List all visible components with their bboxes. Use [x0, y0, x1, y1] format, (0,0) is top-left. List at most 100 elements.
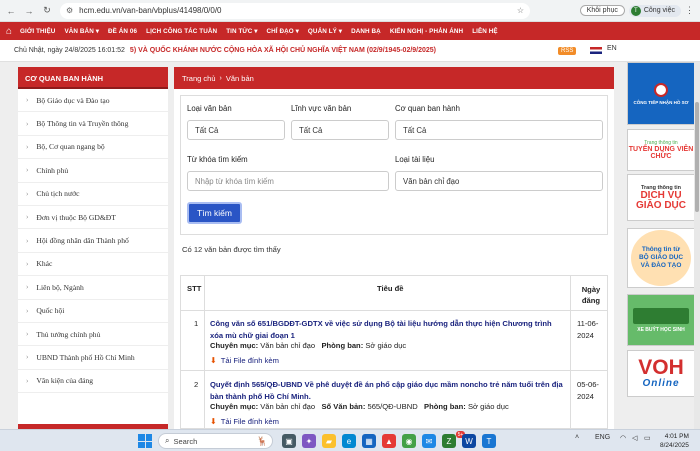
row-title-link[interactable]: Quyết định 565/QĐ-UBND Về phê duyệt đề á… — [210, 379, 565, 402]
documents-table: STT Tiêu đề Ngày đăng 1 Công văn số 651/B… — [180, 275, 608, 429]
nav-quan-ly[interactable]: QUẢN LÝ ▾ — [308, 28, 342, 35]
store-icon[interactable]: ▦ — [362, 434, 376, 448]
sidebar-item[interactable]: › Bộ Giáo dục và Đào tạo — [18, 89, 168, 113]
download-link[interactable]: ⬇ Tải File đính kèm — [210, 356, 279, 365]
language-indicator[interactable]: ENG — [595, 434, 610, 441]
nav-de-an-06[interactable]: ĐỀ ÁN 06 — [108, 28, 137, 35]
sidebar-item[interactable]: › Bộ Thông tin và Truyền thông — [18, 112, 168, 136]
nav-lich-cong-tac[interactable]: LỊCH CÔNG TÁC TUẦN — [146, 28, 217, 35]
nav-gioi-thieu[interactable]: GIỚI THIỆU — [20, 28, 55, 35]
site-info-icon[interactable]: ⚙ — [66, 6, 73, 15]
scrollbar-thumb[interactable] — [695, 102, 699, 212]
url-text: hcm.edu.vn/van-ban/vbplus/41498/0/0/0 — [79, 6, 222, 15]
teams-icon[interactable]: T — [482, 434, 496, 448]
menu-icon[interactable]: ⋮ — [685, 5, 694, 16]
sidebar-item[interactable]: › Chính phủ — [18, 159, 168, 183]
app-icon[interactable]: ▲ — [382, 434, 396, 448]
search-button[interactable]: Tìm kiếm — [187, 202, 242, 224]
sidebar-item[interactable]: › Quốc hội — [18, 300, 168, 323]
forward-icon[interactable]: → — [22, 4, 36, 18]
row-stt: 2 — [194, 380, 199, 389]
doc-number-value: 565/QĐ-UBND — [367, 402, 418, 411]
taskbar-search[interactable]: ⌕ Search 🦌 — [158, 433, 273, 449]
task-view-icon[interactable]: ▣ — [282, 434, 296, 448]
sidebar-item[interactable]: › Thủ tướng chính phủ — [18, 323, 168, 347]
banner-school-bus[interactable]: XE BUÝT HỌC SINH — [627, 294, 695, 346]
row-date: 11-06- 2024 — [577, 318, 607, 341]
emblem-icon — [654, 82, 668, 97]
keyword-label: Từ khóa tìm kiếm — [187, 155, 248, 164]
sidebar-item-label: Quốc hội — [36, 306, 65, 316]
nav-van-ban[interactable]: VĂN BẢN ▾ — [64, 28, 99, 35]
sidebar-item-label: Đơn vị thuộc Bộ GD&ĐT — [36, 212, 116, 222]
system-clock[interactable]: 4:01 PM 8/24/2025 — [660, 432, 689, 450]
nav-kien-nghi[interactable]: KIẾN NGHỊ - PHẢN ÁNH — [390, 28, 463, 35]
sidebar-item-label: Văn kiện của đảng — [36, 376, 94, 386]
chrome-icon[interactable]: ◉ — [402, 434, 416, 448]
voh-logo: VOH — [638, 356, 684, 379]
field-label: Lĩnh vực văn bản — [291, 104, 352, 113]
nav-tin-tuc[interactable]: TIN TỨC ▾ — [226, 28, 257, 35]
main-content: Trang chủ › Văn bản Loại văn bản Tất Cả … — [174, 67, 614, 429]
reload-icon[interactable]: ↻ — [40, 4, 54, 18]
sidebar-item[interactable]: › UBND Thành phố Hồ Chí Minh — [18, 346, 168, 370]
file-explorer-icon[interactable]: ▰ — [322, 434, 336, 448]
taskbar: ⌕ Search 🦌 ▣ ✦ ▰ e ▦ ▲ ◉ ✉ Z 5+ W T ˄ EN… — [0, 429, 700, 451]
banner-voh[interactable]: VOH Online — [627, 350, 695, 397]
keyword-input[interactable]: Nhập từ khóa tìm kiếm — [187, 171, 389, 191]
sidebar-item[interactable]: › Liên bộ, Ngành — [18, 276, 168, 300]
nav-danh-ba[interactable]: DANH BẠ — [351, 28, 381, 35]
issuing-agency-sidebar: CƠ QUAN BAN HÀNH › Bộ Giáo dục và Đào tạo… — [18, 67, 168, 429]
copilot-icon[interactable]: ✦ — [302, 434, 316, 448]
outlook-icon[interactable]: ✉ — [422, 434, 436, 448]
profile-button[interactable]: T Công việc — [628, 4, 681, 17]
edge-icon[interactable]: e — [342, 434, 356, 448]
category-value: Văn bản chỉ đạo — [260, 402, 316, 411]
agency-select[interactable]: Tất Cả — [395, 120, 603, 140]
sidebar-item[interactable]: › Chủ tịch nước — [18, 183, 168, 206]
chevron-right-icon: › — [26, 376, 29, 385]
word-icon[interactable]: W — [462, 434, 476, 448]
doc-type-select[interactable]: Tất Cả — [187, 120, 285, 140]
sidebar-item-label: Liên bộ, Ngành — [36, 282, 84, 292]
volume-icon[interactable]: ◁ — [632, 434, 637, 442]
battery-icon[interactable]: ▭ — [644, 434, 651, 442]
page-scrollbar[interactable] — [694, 62, 700, 429]
breadcrumb-home[interactable]: Trang chủ — [182, 74, 216, 83]
sidebar-item[interactable]: › Khác — [18, 253, 168, 277]
windows-start-icon[interactable] — [138, 434, 152, 448]
field-select[interactable]: Tất Cả — [291, 120, 389, 140]
back-icon[interactable]: ← — [4, 4, 18, 18]
row-meta: Chuyên mục: Văn bản chỉ đạo Số Văn bản: … — [210, 402, 509, 411]
nav-chi-dao[interactable]: CHỈ ĐẠO ▾ — [267, 28, 299, 35]
banner-circle: Thông tin từ BỘ GIÁO DỤC VÀ ĐÀO TẠO — [631, 230, 691, 286]
uk-flag-icon[interactable] — [590, 47, 602, 54]
download-link[interactable]: ⬇ Tải File đính kèm — [210, 417, 279, 426]
star-icon[interactable]: ☆ — [517, 6, 524, 15]
language-en[interactable]: EN — [607, 45, 617, 52]
sidebar-item[interactable]: › Văn kiện của đảng — [18, 370, 168, 394]
banner-line: Thông tin từ — [641, 246, 681, 253]
banner-text: XE BUÝT HỌC SINH — [637, 326, 685, 333]
sidebar-item-label: Bộ Thông tin và Truyền thông — [36, 119, 129, 129]
sidebar-item[interactable]: › Đơn vị thuộc Bộ GD&ĐT — [18, 206, 168, 230]
row-title-link[interactable]: Công văn số 651/BGDĐT-GDTX về việc sử dụ… — [210, 318, 565, 341]
nav-lien-he[interactable]: LIÊN HỆ — [472, 28, 498, 35]
material-type-select[interactable]: Văn bản chỉ đạo — [395, 171, 603, 191]
chevron-right-icon: › — [26, 330, 29, 339]
sidebar-item[interactable]: › Hội đồng nhân dân Thành phố — [18, 229, 168, 253]
download-icon: ⬇ — [210, 417, 217, 426]
banner-document-intake[interactable]: CÔNG TIẾP NHẬN HỒ SƠ — [627, 62, 695, 125]
address-bar[interactable]: ⚙ hcm.edu.vn/van-ban/vbplus/41498/0/0/0 … — [60, 2, 530, 19]
zalo-icon[interactable]: Z — [442, 434, 456, 448]
wifi-icon[interactable]: ◠ — [620, 434, 626, 442]
chevron-up-icon[interactable]: ˄ — [575, 434, 579, 441]
sidebar-item[interactable]: › Bộ, Cơ quan ngang bộ — [18, 136, 168, 160]
restore-button[interactable]: Khôi phục — [579, 5, 625, 16]
rss-button[interactable]: RSS — [558, 47, 577, 55]
home-icon[interactable]: ⌂ — [6, 26, 12, 37]
banner-moet-news[interactable]: Thông tin từ BỘ GIÁO DỤC VÀ ĐÀO TẠO — [627, 228, 695, 288]
banner-education-services[interactable]: Trang thông tin DỊCH VỤ GIÁO DỤC — [627, 174, 695, 221]
banner-recruitment[interactable]: Trang thông tin TUYỂN DỤNG VIÊN CHỨC — [627, 129, 695, 171]
row-date-line2: 2024 — [577, 330, 594, 340]
